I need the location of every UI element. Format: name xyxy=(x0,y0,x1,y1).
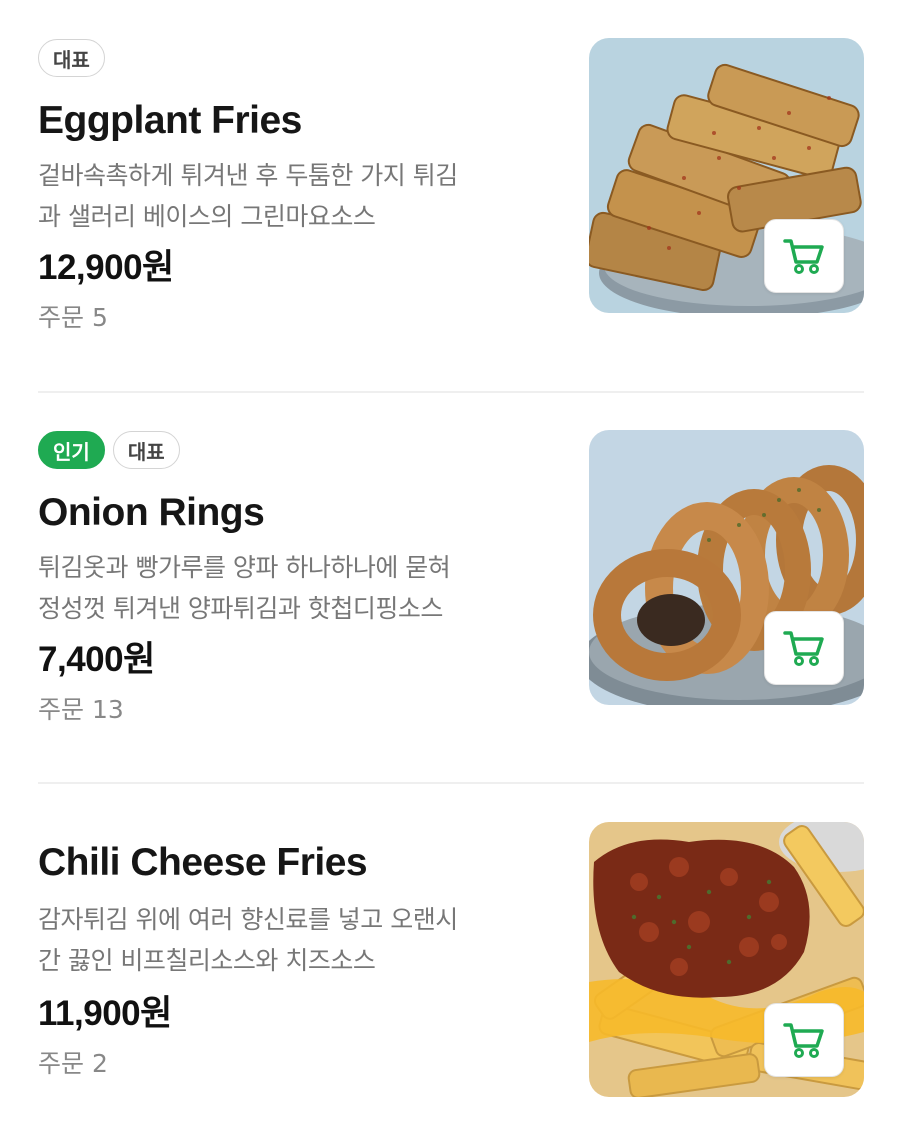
item-divider xyxy=(38,782,864,784)
description-line: 과 샐러리 베이스의 그린마요소스 xyxy=(38,201,376,231)
popular-badge: 인기 xyxy=(38,431,105,469)
badge-row: 대표 xyxy=(38,38,558,78)
badge-row: 인기 대표 xyxy=(38,430,558,470)
shopping-cart-icon xyxy=(783,239,824,274)
order-count: 주문 13 xyxy=(38,695,124,725)
menu-item-price: 11,900원 xyxy=(38,993,172,1033)
menu-item-onion-rings[interactable]: 인기 대표 Onion Rings 튀김옷과 빵가루를 양파 하나하나에 묻혀 … xyxy=(38,430,864,742)
shopping-cart-icon xyxy=(783,631,824,666)
description-line: 겉바속촉하게 튀겨낸 후 두툼한 가지 튀김 xyxy=(38,160,458,190)
add-to-cart-button[interactable] xyxy=(764,611,844,685)
menu-item-description: 감자튀김 위에 여러 향신료를 넣고 오랜시 간 끓인 비프칠리소스와 치즈소스 xyxy=(38,899,558,981)
description-line: 간 끓인 비프칠리소스와 치즈소스 xyxy=(38,945,376,975)
menu-item-eggplant-fries[interactable]: 대표 Eggplant Fries 겉바속촉하게 튀겨낸 후 두툼한 가지 튀김… xyxy=(38,38,864,350)
add-to-cart-button[interactable] xyxy=(764,219,844,293)
add-to-cart-button[interactable] xyxy=(764,1003,844,1077)
description-line: 튀김옷과 빵가루를 양파 하나하나에 묻혀 xyxy=(38,552,451,582)
menu-list: 대표 Eggplant Fries 겉바속촉하게 튀겨낸 후 두툼한 가지 튀김… xyxy=(0,0,900,1123)
description-line: 정성껏 튀겨낸 양파튀김과 핫첩디핑소스 xyxy=(38,593,443,623)
chili-cheese-fries-image[interactable] xyxy=(589,822,864,1097)
eggplant-fries-image[interactable] xyxy=(589,38,864,313)
order-count: 주문 2 xyxy=(38,1049,108,1079)
description-line: 감자튀김 위에 여러 향신료를 넣고 오랜시 xyxy=(38,904,458,934)
shopping-cart-icon xyxy=(783,1023,824,1058)
menu-item-description: 겉바속촉하게 튀겨낸 후 두툼한 가지 튀김 과 샐러리 베이스의 그린마요소스 xyxy=(38,155,558,237)
item-divider xyxy=(38,391,864,393)
menu-item-price: 12,900원 xyxy=(38,247,174,287)
menu-item-price: 7,400원 xyxy=(38,639,155,679)
menu-item-info: 인기 대표 Onion Rings 튀김옷과 빵가루를 양파 하나하나에 묻혀 … xyxy=(38,430,558,727)
menu-item-description: 튀김옷과 빵가루를 양파 하나하나에 묻혀 정성껏 튀겨낸 양파튀김과 핫첩디핑… xyxy=(38,547,558,629)
signature-badge: 대표 xyxy=(112,431,180,469)
menu-item-info: Chili Cheese Fries 감자튀김 위에 여러 향신료를 넣고 오랜… xyxy=(38,840,558,1081)
order-count: 주문 5 xyxy=(38,303,108,333)
menu-item-name: Chili Cheese Fries xyxy=(38,841,368,884)
onion-rings-image[interactable] xyxy=(589,430,864,705)
menu-item-chili-cheese-fries[interactable]: Chili Cheese Fries 감자튀김 위에 여러 향신료를 넣고 오랜… xyxy=(38,822,864,1102)
menu-item-name: Onion Rings xyxy=(38,491,265,534)
menu-item-name: Eggplant Fries xyxy=(38,99,302,142)
menu-item-info: 대표 Eggplant Fries 겉바속촉하게 튀겨낸 후 두툼한 가지 튀김… xyxy=(38,38,558,335)
signature-badge: 대표 xyxy=(38,39,105,77)
